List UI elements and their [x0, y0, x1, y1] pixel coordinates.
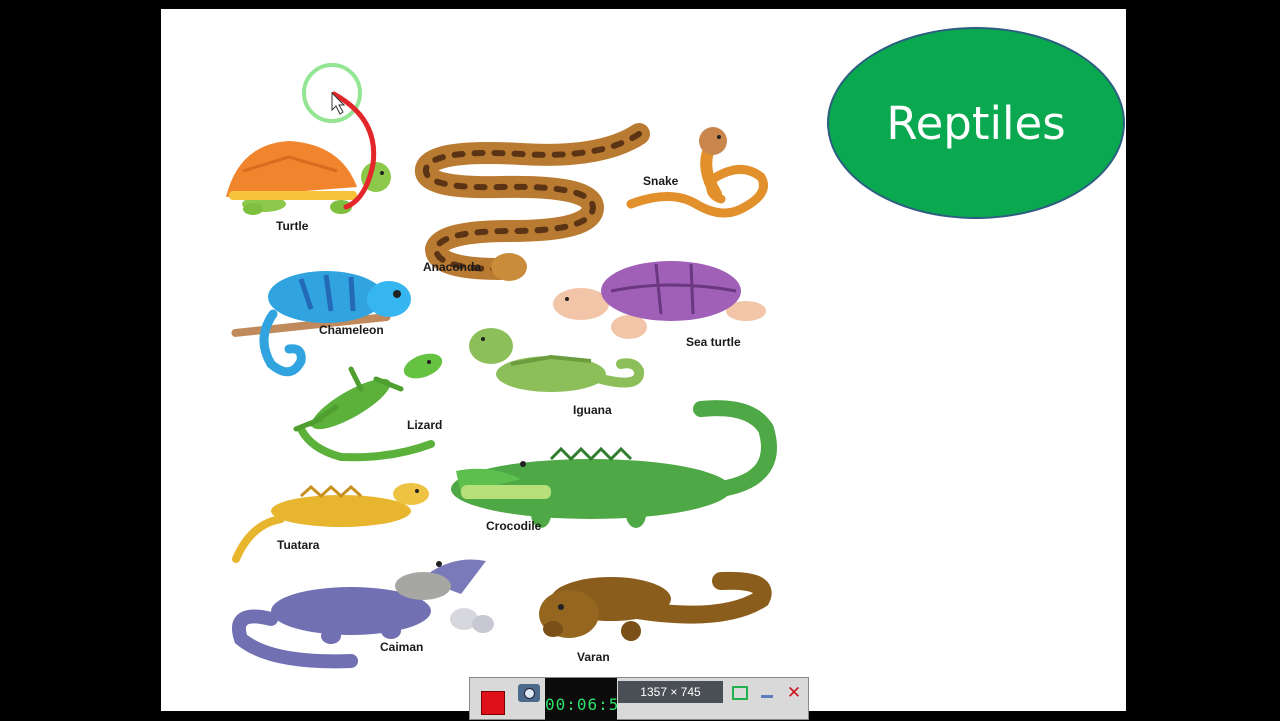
toolbar-secondary-row — [618, 706, 808, 720]
reptiles-title-oval: Reptiles — [827, 27, 1125, 219]
iguana-drawing — [469, 328, 645, 392]
recording-timer: 00:06:53 — [545, 678, 617, 721]
label-tuatara: Tuatara — [277, 538, 320, 552]
label-sea-turtle: Sea turtle — [686, 335, 741, 349]
anaconda-drawing — [415, 123, 650, 281]
capture-dimensions: 1357 × 745 — [618, 681, 723, 703]
label-iguana: Iguana — [573, 403, 612, 417]
label-turtle: Turtle — [276, 219, 309, 233]
close-icon[interactable]: ✕ — [783, 682, 805, 704]
minimize-icon[interactable] — [756, 682, 778, 704]
snake-drawing — [626, 127, 768, 218]
label-anaconda: Anaconda — [423, 260, 482, 274]
tuatara-drawing — [232, 483, 429, 563]
sea-turtle-drawing — [553, 261, 766, 339]
chameleon-drawing — [231, 271, 411, 377]
turtle-drawing — [226, 141, 391, 215]
caiman-drawing — [232, 559, 494, 669]
varan-drawing — [539, 571, 772, 641]
label-caiman: Caiman — [380, 640, 424, 654]
capture-area-icon[interactable] — [729, 682, 751, 704]
lizard-drawing — [293, 353, 443, 462]
slide-title: Reptiles — [886, 96, 1066, 150]
label-lizard: Lizard — [407, 418, 443, 432]
screen-recorder-toolbar: 00:06:53 1357 × 745 ✕ — [469, 677, 809, 721]
camera-icon[interactable] — [518, 684, 540, 702]
slide: Reptiles Turtle Anaconda Snake Chameleon… — [161, 9, 1126, 711]
label-varan: Varan — [577, 650, 610, 664]
crocodile-drawing — [451, 400, 777, 528]
record-icon[interactable] — [481, 691, 505, 715]
label-chameleon: Chameleon — [319, 323, 384, 337]
label-snake: Snake — [643, 174, 679, 188]
label-crocodile: Crocodile — [486, 519, 542, 533]
